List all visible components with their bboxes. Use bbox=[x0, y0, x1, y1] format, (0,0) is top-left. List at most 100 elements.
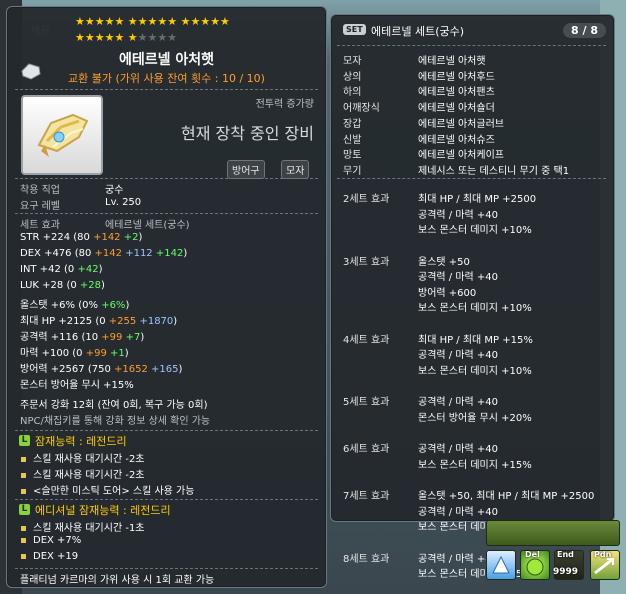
divider bbox=[15, 430, 318, 431]
set-effect-tier-label: 5세트 효과 bbox=[343, 397, 390, 408]
tag-hat: 모자 bbox=[281, 160, 310, 179]
set-effect-line: 공격력 / 마력 +40 bbox=[418, 209, 499, 221]
set-part-item: 에테르넬 아처햇 bbox=[418, 56, 486, 67]
set-effect-line: 올스탯 +50, 최대 HP / 최대 MP +2500 bbox=[418, 491, 595, 502]
stat-dex: DEX +476 (80 +142 +112 +142) bbox=[20, 248, 188, 259]
quick-slot-row-top[interactable] bbox=[486, 520, 620, 546]
bullet-icon bbox=[21, 525, 26, 531]
divider bbox=[337, 45, 606, 46]
bullet-icon bbox=[21, 537, 26, 543]
additional-line: DEX +7% bbox=[21, 535, 81, 546]
set-effect-line: 공격력 / 마력 +40 bbox=[418, 506, 499, 518]
divider bbox=[15, 89, 318, 90]
set-part-item: 에테르넬 아처케이프 bbox=[418, 150, 504, 162]
set-part-item: 에테르넬 아처숄더 bbox=[418, 103, 495, 115]
set-effect-tier-label: 6세트 효과 bbox=[343, 444, 390, 455]
tag-armor: 방어구 bbox=[227, 160, 265, 179]
set-effect-line: 공격력 / 마력 +40 bbox=[418, 397, 499, 408]
archer-hat-icon bbox=[37, 113, 89, 157]
set-effect-line: 몬스터 방어율 무시 +20% bbox=[418, 412, 532, 424]
skill-slot-del[interactable]: Del bbox=[520, 550, 550, 580]
star-force-lit: ★★★★★ ★ bbox=[75, 31, 138, 44]
stat-luk: LUK +28 (0 +28) bbox=[20, 280, 105, 291]
enhance-info: 주문서 강화 12회 (잔여 0회, 복구 가능 0회) bbox=[20, 400, 208, 411]
karma-scissors-note: 플래티넘 카르마의 가위 사용 시 1회 교환 가능 bbox=[20, 575, 215, 586]
set-effect-value: 에테르넬 세트(궁수) bbox=[105, 220, 190, 231]
set-part-slot: 어깨장식 bbox=[343, 103, 380, 115]
stat-max-hp: 최대 HP +2125 (0 +255 +1870) bbox=[20, 316, 178, 327]
star-force-row-2: ★★★★★ ★★★★★ bbox=[75, 31, 177, 44]
set-effect-line: 최대 HP / 최대 MP +15% bbox=[418, 334, 533, 346]
divider bbox=[15, 499, 318, 500]
set-effect-tier-label: 2세트 효과 bbox=[343, 194, 390, 205]
additional-potential-title: 에디셔널 잠재능력 : 레전드리 bbox=[35, 504, 171, 517]
star-force-dim: ★★★★ bbox=[137, 31, 178, 44]
divider bbox=[15, 213, 318, 214]
set-effect-tier-label: 4세트 효과 bbox=[343, 334, 390, 346]
stat-ignore-defense: 몬스터 방어율 무시 +15% bbox=[20, 380, 134, 391]
stat-attack: 공격력 +116 (10 +99 +7) bbox=[20, 332, 145, 343]
set-part-item: 에테르넬 아처슈즈 bbox=[418, 134, 495, 146]
requirement-value-level: Lv. 250 bbox=[105, 197, 142, 208]
skill-slot-pdn[interactable]: Pdn bbox=[590, 550, 620, 580]
hotkey-label-end: End bbox=[557, 550, 574, 559]
set-title: 에테르넬 세트(궁수) bbox=[371, 25, 465, 38]
set-effect-line: 보스 몬스터 데미지 +10% bbox=[418, 365, 532, 377]
skill-slot-1[interactable] bbox=[486, 550, 516, 580]
stat-allstat: 올스탯 +6% (0% +6%) bbox=[20, 300, 130, 311]
skill-icon bbox=[492, 555, 510, 574]
combat-power-label: 전투력 증가량 bbox=[255, 99, 314, 110]
set-effect-line: 방어력 +600 bbox=[418, 287, 477, 299]
divider bbox=[337, 178, 606, 179]
stat-int: INT +42 (0 +42) bbox=[20, 264, 103, 275]
set-part-slot: 신발 bbox=[343, 134, 362, 146]
bullet-icon bbox=[21, 456, 26, 462]
requirement-label-level: 요구 레벨 bbox=[20, 201, 60, 212]
set-part-slot: 상의 bbox=[343, 71, 362, 83]
set-part-slot: 장갑 bbox=[343, 118, 362, 130]
set-badge: SET bbox=[343, 24, 366, 35]
npc-info: NPC/채집키를 통해 강화 정보 상세 확인 가능 bbox=[20, 416, 211, 427]
skill-slot-end[interactable]: End 9999 bbox=[553, 550, 584, 580]
bullet-icon bbox=[21, 553, 26, 559]
equipped-indicator: 현재 장착 중인 장비 bbox=[180, 124, 314, 143]
set-effect-line: 최대 HP / 최대 MP +2500 bbox=[418, 194, 537, 205]
quick-slot-bar: Del End 9999 Pdn bbox=[486, 520, 621, 582]
stat-defense: 방어력 +2567 (750 +1652 +165) bbox=[20, 364, 183, 375]
set-part-slot: 무기 bbox=[343, 165, 362, 177]
scroll-icon bbox=[21, 63, 41, 80]
trade-note: 교환 불가 (가위 사용 잔여 횟수 : 10 / 10) bbox=[68, 72, 265, 85]
legendary-icon: L bbox=[19, 435, 30, 446]
set-effect-line: 보스 몬스터 데미지 +10% bbox=[418, 225, 532, 236]
set-tooltip: SET 에테르넬 세트(궁수) 8 / 8 모자 에테르넬 아처햇 상의 에테르넬 아… bbox=[330, 14, 615, 580]
set-effect-line: 보스 몬스터 데미지 +15% bbox=[418, 459, 532, 471]
set-part-slot: 망토 bbox=[343, 150, 362, 162]
divider bbox=[15, 568, 318, 569]
potential-line: 스킬 재사용 대기시간 -2초 bbox=[21, 450, 145, 465]
stat-magic: 마력 +100 (0 +99 +1) bbox=[20, 348, 129, 359]
set-effect-line: 보스 몬스터 데미지 +10% bbox=[418, 303, 532, 314]
item-count: 9999 bbox=[553, 567, 579, 577]
set-effect-line: 공격력 / 마력 +40 bbox=[418, 272, 499, 283]
set-effect-line: 공격력 / 마력 +40 bbox=[418, 444, 499, 455]
set-part-item: 에테르넬 아처글러브 bbox=[418, 118, 504, 130]
set-part-slot: 모자 bbox=[343, 56, 362, 67]
set-part-slot: 하의 bbox=[343, 87, 362, 99]
bullet-icon bbox=[21, 472, 26, 478]
set-effect-line: 공격력 / 마력 +40 bbox=[418, 350, 499, 361]
set-count: 8 / 8 bbox=[563, 23, 606, 38]
additional-line: 스킬 재사용 대기시간 -1초 bbox=[21, 519, 145, 534]
set-effect-tier-label: 8세트 효과 bbox=[343, 553, 390, 565]
star-force-row-1: ★★★★★ ★★★★★ ★★★★★ bbox=[75, 15, 230, 28]
requirement-value-job: 궁수 bbox=[105, 185, 124, 196]
set-effect-tier-label: 7세트 효과 bbox=[343, 491, 390, 502]
potential-line: <슬만한 미스틱 도어> 스킬 사용 가능 bbox=[21, 482, 194, 497]
potential-title: 잠재능력 : 레전드리 bbox=[35, 435, 127, 448]
item-tooltip: ★★★★★ ★★★★★ ★★★★★ ★★★★★ ★★★★★ 에테르넬 아처햇 교… bbox=[6, 6, 327, 588]
set-effect-line: 올스탯 +50 bbox=[418, 256, 470, 268]
additional-line: DEX +19 bbox=[21, 551, 78, 562]
set-part-item: 에테르넬 아처후드 bbox=[418, 71, 495, 83]
set-effect-tier-label: 3세트 효과 bbox=[343, 256, 390, 268]
stat-str: STR +224 (80 +142 +2) bbox=[20, 232, 143, 243]
set-part-item: 제네시스 또는 데스티니 무기 중 택1 bbox=[418, 165, 570, 177]
